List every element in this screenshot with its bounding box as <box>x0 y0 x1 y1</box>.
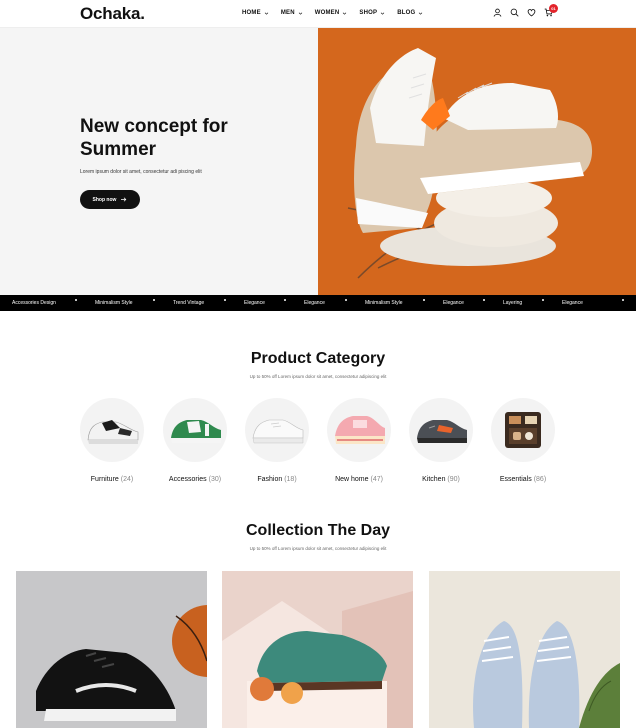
chevron-down-icon <box>343 12 347 15</box>
ticker-item: Trend Vintage <box>173 300 205 306</box>
chevron-down-icon <box>381 12 385 15</box>
nav-item-women[interactable]: WOMEN <box>315 10 348 16</box>
category-label: Furniture (24) <box>79 476 145 483</box>
nav-label: SHOP <box>359 10 378 16</box>
user-icon[interactable] <box>493 8 502 17</box>
site-header: Ochaka. HOME MEN WOMEN SHOP BLOG 01 <box>0 0 636 28</box>
nav-label: WOMEN <box>314 10 340 16</box>
ticker-dot <box>423 299 425 301</box>
collection-card[interactable] <box>16 571 207 728</box>
collection-card[interactable] <box>429 571 620 728</box>
hero-title-line: New concept for <box>80 116 228 137</box>
hero-subtitle: Lorem ipsum dolor sit amet, consectetur … <box>80 169 202 175</box>
ticker-dot <box>542 299 544 301</box>
category-image[interactable] <box>327 398 391 462</box>
ticker-item: Elegance <box>244 300 265 306</box>
chevron-down-icon <box>419 12 423 15</box>
brand-logo[interactable]: Ochaka. <box>80 4 145 24</box>
ticker-item: Accessories Design <box>12 300 56 306</box>
nav-label: MEN <box>280 10 295 16</box>
main-nav: HOME MEN WOMEN SHOP BLOG <box>242 10 435 16</box>
heart-icon[interactable] <box>527 8 536 17</box>
ticker-dot <box>483 299 485 301</box>
ticker-dot <box>345 299 347 301</box>
category-item[interactable]: Fashion (18) <box>244 398 310 483</box>
section-title-collection: Collection The Day <box>245 522 391 539</box>
category-image[interactable] <box>163 398 227 462</box>
category-count: (90) <box>447 476 460 483</box>
category-item[interactable]: New home (47) <box>326 398 392 483</box>
category-count: (24) <box>120 476 134 483</box>
category-label: New home (47) <box>326 476 392 483</box>
category-label: Kitchen (90) <box>408 476 474 483</box>
marquee-ticker: Accessories Design Minimalism Style Tren… <box>0 295 636 311</box>
cart-icon[interactable]: 01 <box>544 4 558 17</box>
ticker-item: Minimalism Style <box>365 300 403 306</box>
category-image[interactable] <box>245 398 309 462</box>
category-label: Fashion (18) <box>244 476 310 483</box>
ticker-item: Elegance <box>304 300 325 306</box>
category-image[interactable] <box>491 398 555 462</box>
search-icon[interactable] <box>510 8 519 17</box>
shop-now-label: Shop now <box>92 196 117 203</box>
ticker-dot <box>224 299 226 301</box>
category-label: Accessories (30) <box>162 476 228 483</box>
category-item[interactable]: Accessories (30) <box>162 398 228 483</box>
category-count: (30) <box>208 476 222 483</box>
ticker-dot <box>284 299 286 301</box>
nav-item-home[interactable]: HOME <box>242 10 269 16</box>
nav-item-shop[interactable]: SHOP <box>359 10 385 16</box>
category-count: (86) <box>533 476 547 483</box>
nav-item-men[interactable]: MEN <box>281 10 303 16</box>
ticker-dot <box>75 299 77 301</box>
ticker-item: Elegance <box>562 300 583 306</box>
hero-title: New concept for Summer <box>80 115 280 161</box>
category-name: New home <box>335 476 369 483</box>
header-icons: 01 <box>493 4 558 17</box>
ticker-item: Minimalism Style <box>95 300 133 306</box>
hero-title-line: Summer <box>80 139 157 160</box>
ticker-item: Elegance <box>443 300 464 306</box>
collection-card[interactable] <box>222 571 413 728</box>
category-name: Furniture <box>90 476 119 483</box>
shop-now-button[interactable]: Shop now <box>80 190 140 209</box>
category-count: (47) <box>370 476 383 483</box>
cart-count-badge: 01 <box>549 4 558 13</box>
section-subtitle: Up to 50% off Lorem ipsum dolor sit amet… <box>249 374 387 379</box>
ticker-item: Layering <box>503 300 523 306</box>
nav-item-blog[interactable]: BLOG <box>397 10 423 16</box>
category-item[interactable]: Furniture (24) <box>79 398 145 483</box>
hero-product-image <box>318 28 636 295</box>
ticker-dot <box>153 299 155 301</box>
category-item[interactable]: Essentials (86) <box>490 398 556 483</box>
chevron-down-icon <box>298 12 302 15</box>
hero-banner: New concept for Summer Lorem ipsum dolor… <box>0 28 636 295</box>
category-name: Fashion <box>257 476 283 483</box>
category-name: Accessories <box>168 476 207 483</box>
section-subtitle: Up to 50% off Lorem ipsum dolor sit amet… <box>249 546 387 551</box>
section-title-product-category: Product Category <box>250 350 386 367</box>
category-item[interactable]: Kitchen (90) <box>408 398 474 483</box>
category-image[interactable] <box>80 398 144 462</box>
category-name: Essentials <box>499 476 532 483</box>
category-image[interactable] <box>409 398 473 462</box>
nav-label: HOME <box>242 10 261 16</box>
nav-label: BLOG <box>397 10 416 16</box>
category-count: (18) <box>284 476 297 483</box>
category-label: Essentials (86) <box>490 476 556 483</box>
chevron-down-icon <box>264 12 269 15</box>
ticker-dot <box>622 299 624 301</box>
category-name: Kitchen <box>422 476 446 483</box>
arrow-right-icon <box>121 197 127 202</box>
